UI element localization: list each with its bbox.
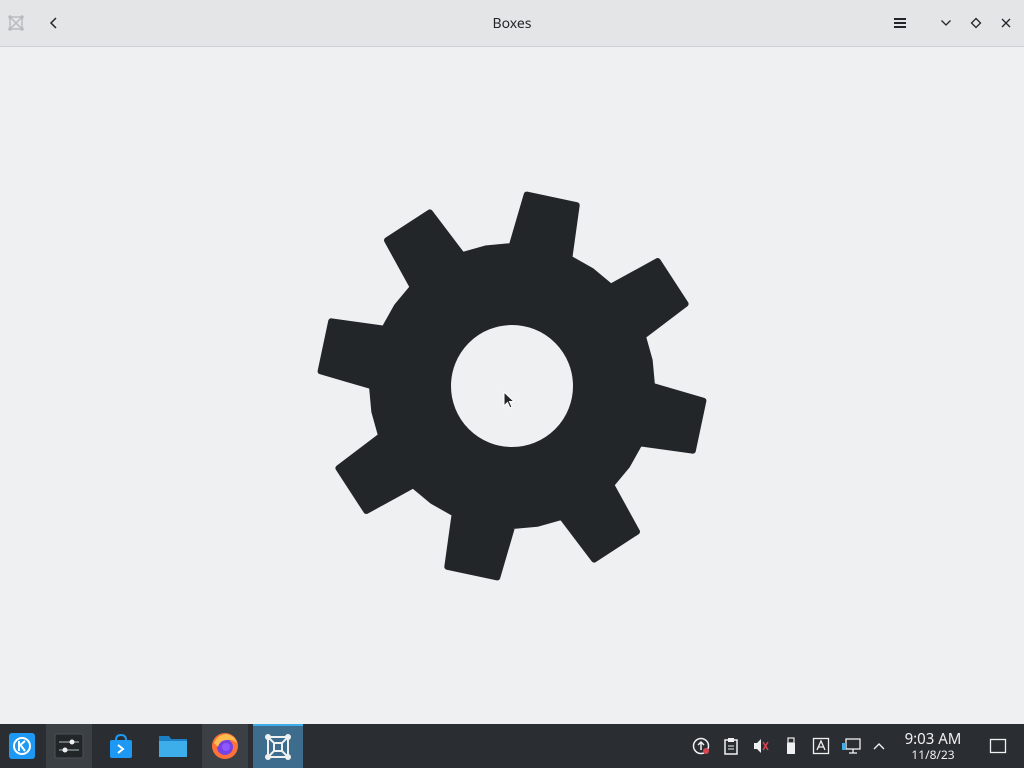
network-icon: [842, 738, 861, 754]
back-button[interactable]: [39, 8, 69, 38]
task-system-settings[interactable]: [46, 724, 92, 768]
task-dolphin[interactable]: [150, 724, 196, 768]
tray-expand[interactable]: [869, 736, 889, 756]
taskbar: 9:03 AM 11/8/23: [0, 724, 1024, 768]
show-desktop-icon: [989, 738, 1007, 754]
tray-volume[interactable]: [751, 736, 771, 756]
main-menu-button[interactable]: [885, 8, 915, 38]
expand-arrow-icon: [873, 743, 885, 750]
tray-usb[interactable]: [781, 736, 801, 756]
application-launcher[interactable]: [0, 724, 44, 768]
close-icon: [1001, 18, 1011, 28]
volume-muted-icon: [754, 739, 769, 753]
diamond-icon: [970, 17, 982, 29]
window-title: Boxes: [492, 14, 532, 33]
tray-updates[interactable]: [691, 736, 711, 756]
tray-clipboard[interactable]: [721, 736, 741, 756]
chevron-left-icon: [49, 17, 57, 29]
close-button[interactable]: [991, 8, 1021, 38]
minimize-button[interactable]: [931, 8, 961, 38]
window-titlebar: Boxes: [0, 0, 1024, 47]
tray-network[interactable]: [841, 736, 861, 756]
task-discover[interactable]: [98, 724, 144, 768]
boxes-app-icon[interactable]: [1, 8, 31, 38]
chevron-down-icon: [941, 20, 951, 26]
store-bag-icon: [110, 733, 132, 758]
hamburger-menu-icon: [894, 18, 906, 28]
clock-date: 11/8/23: [911, 746, 955, 763]
settings-sliders-icon: [54, 733, 84, 759]
task-firefox[interactable]: [202, 724, 248, 768]
window-title-container: Boxes: [0, 14, 1024, 33]
gear-icon: [317, 191, 707, 581]
updates-icon: [692, 737, 710, 755]
kde-launcher-icon: [9, 733, 35, 759]
boxes-icon: [265, 734, 291, 760]
show-desktop-button[interactable]: [988, 736, 1008, 756]
keyboard-layout-icon: [812, 737, 830, 755]
task-boxes[interactable]: [253, 724, 303, 768]
folder-icon: [159, 736, 187, 757]
maximize-button[interactable]: [961, 8, 991, 38]
usb-icon: [787, 737, 795, 754]
boxes-icon: [8, 15, 24, 31]
main-content: [0, 47, 1024, 724]
mouse-pointer-icon: [503, 391, 516, 409]
firefox-icon: [212, 733, 238, 759]
digital-clock[interactable]: 9:03 AM 11/8/23: [896, 731, 970, 762]
clipboard-icon: [724, 738, 738, 755]
tray-keyboard-layout[interactable]: [811, 736, 831, 756]
